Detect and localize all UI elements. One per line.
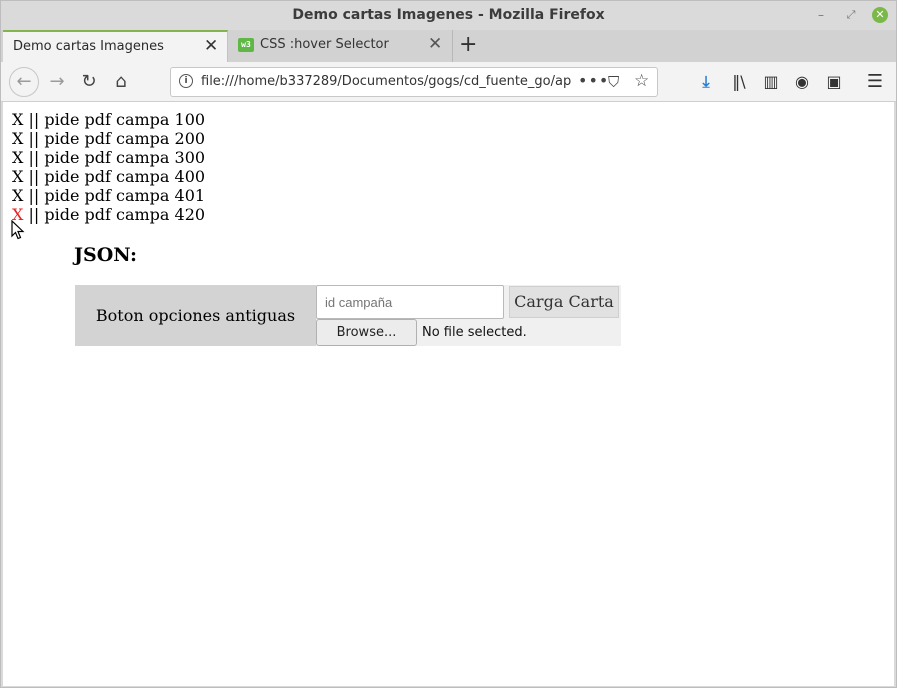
old-options-button[interactable]: Boton opciones antiguas bbox=[75, 285, 316, 346]
delete-x-link[interactable]: X bbox=[12, 167, 23, 186]
close-tab-icon[interactable]: ✕ bbox=[428, 34, 442, 54]
w3schools-favicon-icon: w3 bbox=[238, 38, 254, 52]
list-item: X || pide pdf campa 401 bbox=[12, 186, 205, 205]
library-icon[interactable]: ‖\ bbox=[728, 71, 750, 93]
tab-bar: Demo cartas Imagenes ✕ w3 CSS :hover Sel… bbox=[1, 30, 896, 62]
forward-icon[interactable]: → bbox=[45, 71, 69, 93]
hamburger-menu-icon[interactable]: ☰ bbox=[864, 71, 886, 93]
tab-demo-cartas[interactable]: Demo cartas Imagenes ✕ bbox=[3, 30, 228, 62]
window-title: Demo cartas Imagenes - Mozilla Firefox bbox=[292, 7, 605, 23]
delete-x-link[interactable]: X bbox=[12, 129, 23, 148]
minimize-icon[interactable]: – bbox=[813, 7, 829, 23]
close-tab-icon[interactable]: ✕ bbox=[204, 36, 218, 56]
maximize-icon[interactable]: ⤢ bbox=[843, 7, 859, 23]
delete-x-link[interactable]: X bbox=[12, 186, 23, 205]
file-status-text: No file selected. bbox=[422, 325, 527, 340]
campaign-list: X || pide pdf campa 100 X || pide pdf ca… bbox=[12, 110, 205, 224]
tab-label: Demo cartas Imagenes bbox=[13, 39, 164, 54]
page-actions-icon[interactable]: ••• bbox=[578, 71, 609, 90]
browse-button[interactable]: Browse... bbox=[316, 319, 417, 346]
row-text: || pide pdf campa 300 bbox=[23, 148, 206, 167]
tab-css-hover[interactable]: w3 CSS :hover Selector ✕ bbox=[229, 30, 453, 62]
back-icon[interactable]: ← bbox=[9, 67, 39, 97]
info-icon[interactable]: i bbox=[179, 74, 193, 88]
title-bar: Demo cartas Imagenes - Mozilla Firefox –… bbox=[1, 1, 896, 30]
row-text: || pide pdf campa 400 bbox=[23, 167, 206, 186]
account-icon[interactable]: ◉ bbox=[791, 71, 813, 93]
extension-icon[interactable]: ▣ bbox=[823, 71, 845, 93]
delete-x-link[interactable]: X bbox=[12, 148, 23, 167]
bookmark-star-icon[interactable]: ☆ bbox=[634, 71, 649, 91]
pocket-icon[interactable]: ⛉ bbox=[608, 73, 619, 91]
row-text: || pide pdf campa 401 bbox=[23, 186, 206, 205]
delete-x-link[interactable]: X bbox=[12, 110, 23, 129]
list-item: X || pide pdf campa 400 bbox=[12, 167, 205, 186]
row-text: || pide pdf campa 200 bbox=[23, 129, 206, 148]
list-item: X || pide pdf campa 100 bbox=[12, 110, 205, 129]
load-card-button[interactable]: Carga Carta bbox=[509, 286, 619, 318]
row-text: || pide pdf campa 420 bbox=[23, 205, 206, 224]
home-icon[interactable]: ⌂ bbox=[109, 71, 133, 93]
card-upload-panel: Boton opciones antiguas Carga Carta Brow… bbox=[75, 285, 621, 346]
url-text[interactable]: file:///home/b337289/Documentos/gogs/cd_… bbox=[201, 74, 571, 89]
list-item: X || pide pdf campa 300 bbox=[12, 148, 205, 167]
new-tab-icon[interactable]: + bbox=[459, 32, 477, 57]
campaign-id-input[interactable] bbox=[316, 285, 504, 319]
list-item: X || pide pdf campa 420 bbox=[12, 205, 205, 224]
sidebar-icon[interactable]: ▥ bbox=[760, 71, 782, 93]
list-item: X || pide pdf campa 200 bbox=[12, 129, 205, 148]
mouse-pointer-icon bbox=[11, 220, 25, 240]
close-window-icon[interactable]: ✕ bbox=[872, 7, 888, 23]
browser-window: Demo cartas Imagenes - Mozilla Firefox –… bbox=[0, 0, 897, 688]
row-text: || pide pdf campa 100 bbox=[23, 110, 206, 129]
tab-label: CSS :hover Selector bbox=[260, 37, 389, 52]
url-bar[interactable]: i file:///home/b337289/Documentos/gogs/c… bbox=[170, 67, 658, 97]
json-heading: JSON: bbox=[74, 244, 137, 266]
page-content: X || pide pdf campa 100 X || pide pdf ca… bbox=[3, 102, 894, 686]
download-icon[interactable]: ⤓ bbox=[695, 71, 717, 93]
reload-icon[interactable]: ↻ bbox=[77, 71, 101, 93]
navigation-toolbar: ← → ↻ ⌂ i file:///home/b337289/Documento… bbox=[1, 62, 896, 102]
